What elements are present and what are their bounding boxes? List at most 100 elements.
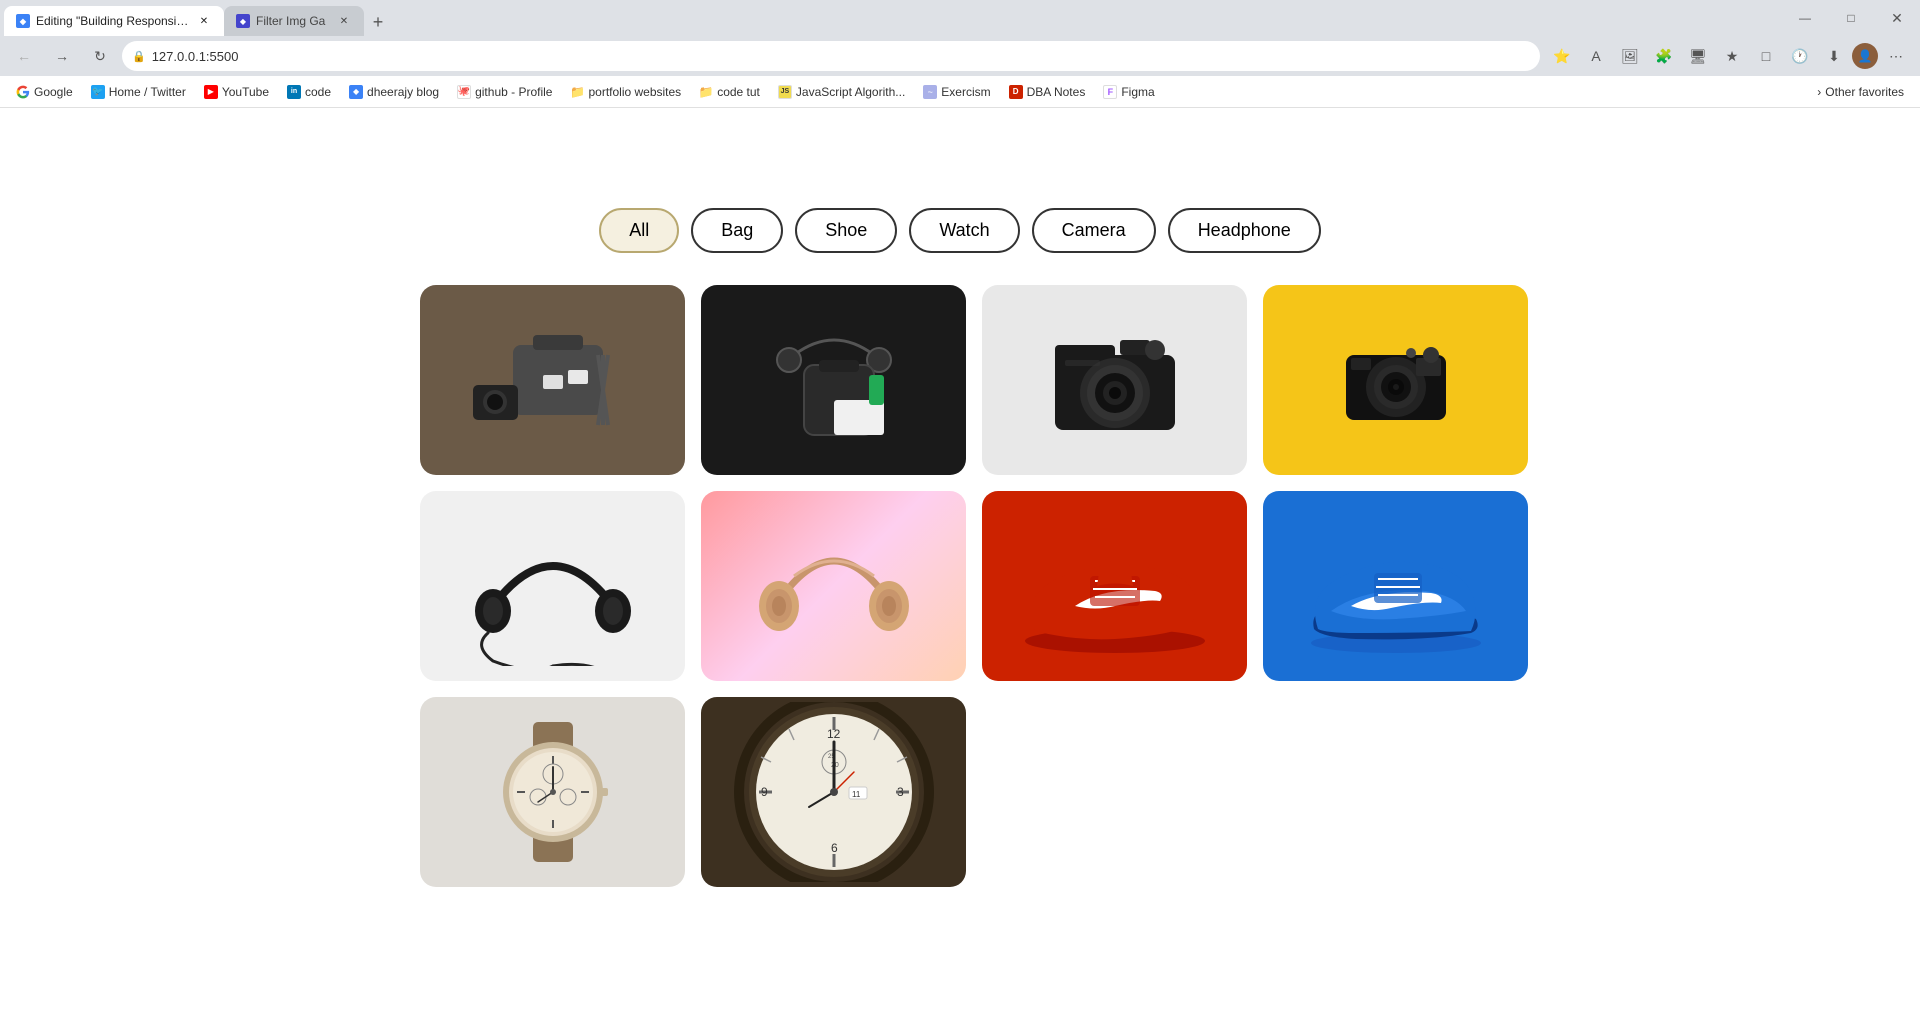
bookmark-exercism[interactable]: ~ Exercism xyxy=(915,80,998,104)
headphone2-illustration xyxy=(744,506,924,666)
youtube-icon: ▶ xyxy=(204,85,218,99)
bookmark-dheerajblog-label: dheerajy blog xyxy=(367,85,439,99)
watch1-illustration xyxy=(473,712,633,872)
history-icon[interactable]: 🕐 xyxy=(1784,40,1816,72)
new-tab-button[interactable]: + xyxy=(364,8,392,36)
settings-icon[interactable]: ⋯ xyxy=(1880,40,1912,72)
extensions-icon[interactable]: 🧩 xyxy=(1648,40,1680,72)
close-button[interactable]: ✕ xyxy=(1874,0,1920,36)
bookmark-twitter-label: Home / Twitter xyxy=(109,85,186,99)
google-icon xyxy=(16,85,30,99)
camera1-illustration xyxy=(1035,315,1195,445)
shoe1-illustration xyxy=(1005,511,1225,661)
twitter-icon: 🐦 xyxy=(91,85,105,99)
svg-text:11: 11 xyxy=(852,790,861,799)
collections-icon[interactable]: □ xyxy=(1750,40,1782,72)
bookmark-twitter[interactable]: 🐦 Home / Twitter xyxy=(83,80,194,104)
bookmark-dba[interactable]: D DBA Notes xyxy=(1001,80,1094,104)
filter-camera[interactable]: Camera xyxy=(1032,208,1156,253)
grid-item-headphone1[interactable] xyxy=(420,491,685,681)
svg-text:9: 9 xyxy=(761,785,768,799)
bookmark-jsalgo-label: JavaScript Algorith... xyxy=(796,85,905,99)
tab-title-active: Editing "Building Responsive Filt... xyxy=(36,14,190,28)
back-button[interactable]: ← xyxy=(8,40,40,72)
grid-item-watch1[interactable] xyxy=(420,697,685,887)
monitor-icon[interactable]: 🖥 xyxy=(1682,40,1714,72)
favorites-icon[interactable]: ★ xyxy=(1716,40,1748,72)
jsalgo-icon: JS xyxy=(778,85,792,99)
refresh-button[interactable]: ↻ xyxy=(84,40,116,72)
bookmark-dheerajblog[interactable]: ◆ dheerajy blog xyxy=(341,80,447,104)
portfolio-icon: 📁 xyxy=(570,85,584,99)
figma-icon: F xyxy=(1103,85,1117,99)
reading-mode-icon[interactable]: A xyxy=(1580,40,1612,72)
tab-active[interactable]: ◆ Editing "Building Responsive Filt... ✕ xyxy=(4,6,224,36)
grid-item-camera1[interactable] xyxy=(982,285,1247,475)
bookmark-portfolio[interactable]: 📁 portfolio websites xyxy=(562,80,689,104)
svg-text:3: 3 xyxy=(897,785,904,799)
linkedin-icon: in xyxy=(287,85,301,99)
bookmark-figma[interactable]: F Figma xyxy=(1095,80,1162,104)
bookmark-youtube-label: YouTube xyxy=(222,85,269,99)
bag2-illustration xyxy=(734,305,934,455)
bag1-illustration xyxy=(453,305,653,455)
tab-title-inactive: Filter Img Ga xyxy=(256,14,330,28)
minimize-button[interactable]: — xyxy=(1782,0,1828,36)
bookmark-codetut[interactable]: 📁 code tut xyxy=(691,80,768,104)
svg-text:6: 6 xyxy=(831,841,838,855)
headphone1-illustration xyxy=(453,506,653,666)
bookmark-linkedin-label: code xyxy=(305,85,331,99)
exercism-icon: ~ xyxy=(923,85,937,99)
bookmarks-more-button[interactable]: › Other favorites xyxy=(1809,80,1912,104)
address-input-wrapper[interactable]: 🔒 127.0.0.1:5500 xyxy=(122,41,1540,71)
grid-item-shoe2[interactable] xyxy=(1263,491,1528,681)
downloads-icon[interactable]: ⬇ xyxy=(1818,40,1850,72)
tab-bar: ◆ Editing "Building Responsive Filt... ✕… xyxy=(0,0,1782,36)
screenshot-icon[interactable]: 🖼 xyxy=(1614,40,1646,72)
tab-close-inactive[interactable]: ✕ xyxy=(336,13,352,29)
grid-item-watch2[interactable]: 12 6 9 3 25 20 11 xyxy=(701,697,966,887)
bookmark-figma-label: Figma xyxy=(1121,85,1154,99)
page-content: All Bag Shoe Watch Camera Headphone xyxy=(0,108,1920,1028)
grid-item-headphone2[interactable] xyxy=(701,491,966,681)
filter-buttons: All Bag Shoe Watch Camera Headphone xyxy=(599,208,1321,253)
bookmarks-bar: Google 🐦 Home / Twitter ▶ YouTube in cod… xyxy=(0,76,1920,108)
github-icon: 🐙 xyxy=(457,85,471,99)
filter-watch[interactable]: Watch xyxy=(909,208,1019,253)
maximize-button[interactable]: □ xyxy=(1828,0,1874,36)
codetut-icon: 📁 xyxy=(699,85,713,99)
bookmark-jsalgo[interactable]: JS JavaScript Algorith... xyxy=(770,80,913,104)
filter-shoe[interactable]: Shoe xyxy=(795,208,897,253)
bookmark-youtube[interactable]: ▶ YouTube xyxy=(196,80,277,104)
bookmark-google[interactable]: Google xyxy=(8,80,81,104)
image-grid: 12 6 9 3 25 20 11 xyxy=(420,285,1500,887)
chevron-right-icon: › xyxy=(1817,85,1821,99)
bookmark-portfolio-label: portfolio websites xyxy=(588,85,681,99)
toolbar-icons: ⭐ A 🖼 🧩 🖥 ★ □ 🕐 ⬇ 👤 ⋯ xyxy=(1546,40,1912,72)
bookmark-star-icon[interactable]: ⭐ xyxy=(1546,40,1578,72)
security-icon: 🔒 xyxy=(132,50,146,63)
address-text: 127.0.0.1:5500 xyxy=(152,49,1530,64)
grid-item-shoe1[interactable] xyxy=(982,491,1247,681)
grid-item-camera2[interactable] xyxy=(1263,285,1528,475)
filter-all[interactable]: All xyxy=(599,208,679,253)
bookmark-dba-label: DBA Notes xyxy=(1027,85,1086,99)
bookmark-linkedin[interactable]: in code xyxy=(279,80,339,104)
tab-close-active[interactable]: ✕ xyxy=(196,13,212,29)
forward-button[interactable]: → xyxy=(46,40,78,72)
bookmark-codetut-label: code tut xyxy=(717,85,760,99)
bookmark-github-label: github - Profile xyxy=(475,85,552,99)
address-bar: ← → ↻ 🔒 127.0.0.1:5500 ⭐ A 🖼 🧩 🖥 ★ □ 🕐 ⬇… xyxy=(0,36,1920,76)
shoe2-illustration xyxy=(1286,511,1506,661)
filter-bag[interactable]: Bag xyxy=(691,208,783,253)
bookmark-exercism-label: Exercism xyxy=(941,85,990,99)
bookmark-github[interactable]: 🐙 github - Profile xyxy=(449,80,560,104)
grid-item-bag2[interactable] xyxy=(701,285,966,475)
watch2-illustration: 12 6 9 3 25 20 11 xyxy=(724,702,944,882)
dheerajblog-icon: ◆ xyxy=(349,85,363,99)
profile-avatar[interactable]: 👤 xyxy=(1852,43,1878,69)
grid-item-bag1[interactable] xyxy=(420,285,685,475)
tab-inactive[interactable]: ◆ Filter Img Ga ✕ xyxy=(224,6,364,36)
filter-headphone[interactable]: Headphone xyxy=(1168,208,1321,253)
dba-icon: D xyxy=(1009,85,1023,99)
